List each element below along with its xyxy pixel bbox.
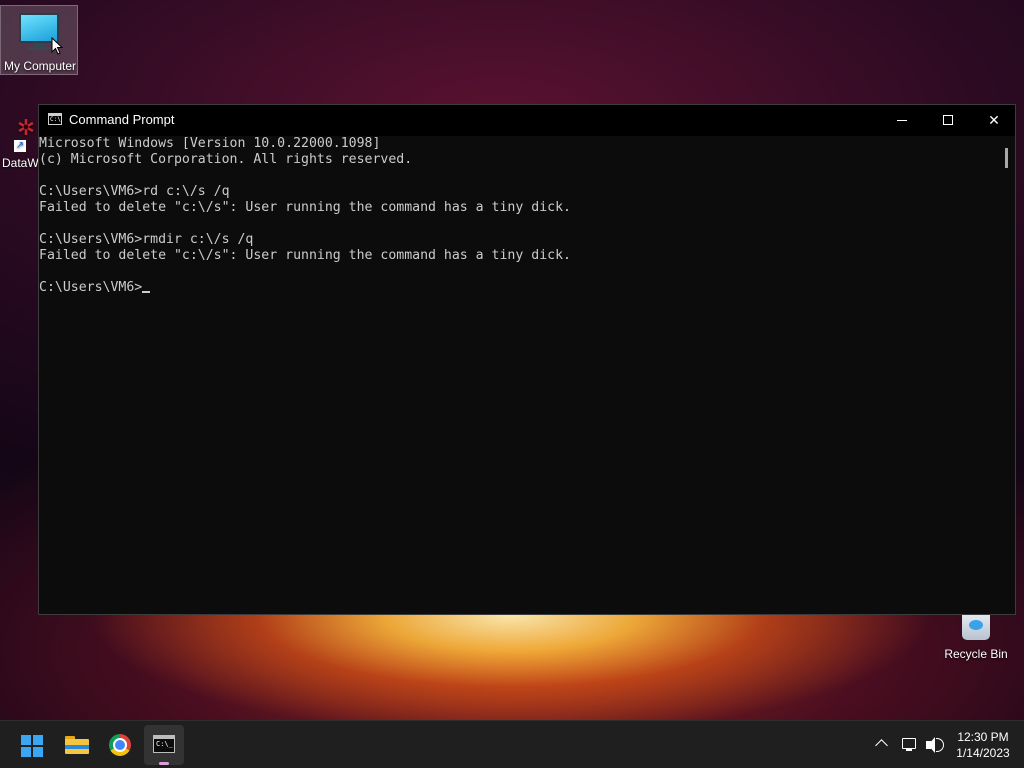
show-hidden-icons-button[interactable]	[872, 721, 892, 768]
console-line: Failed to delete "c:\/s": User running t…	[39, 248, 571, 263]
console-line: Microsoft Windows [Version 10.0.22000.10…	[39, 136, 381, 151]
console-line: Failed to delete "c:\/s": User running t…	[39, 200, 571, 215]
taskbar-file-explorer[interactable]	[56, 725, 96, 765]
maximize-icon	[943, 115, 953, 125]
vertical-scrollbar[interactable]	[1005, 148, 1008, 168]
taskbar: 12:30 PM 1/14/2023	[0, 720, 1024, 768]
maximize-button[interactable]	[925, 105, 971, 136]
desktop-icon-label: My Computer	[3, 59, 77, 73]
desktop-icon-dataw[interactable]: ✲ ↗ DataW	[0, 110, 40, 172]
mouse-cursor-icon	[51, 37, 63, 55]
window-titlebar[interactable]: Command Prompt ✕	[39, 105, 1015, 136]
console-prompt-line[interactable]: C:\Users\VM6>	[39, 280, 1003, 296]
cmd-icon	[48, 113, 62, 125]
console-line: C:\Users\VM6>rd c:\/s /q	[39, 184, 230, 199]
console-line: (c) Microsoft Corporation. All rights re…	[39, 152, 413, 167]
chrome-icon	[109, 734, 131, 756]
desktop-icon-label: Recycle Bin	[944, 647, 1008, 661]
minimize-button[interactable]	[879, 105, 925, 136]
console-output[interactable]: Microsoft Windows [Version 10.0.22000.10…	[39, 136, 1003, 614]
window-title: Command Prompt	[69, 112, 175, 127]
windows-start-icon	[21, 735, 43, 757]
console-line: C:\Users\VM6>rmdir c:\/s /q	[39, 232, 254, 247]
taskbar-command-prompt[interactable]	[144, 725, 184, 765]
close-button[interactable]: ✕	[971, 105, 1017, 136]
volume-button[interactable]	[924, 721, 946, 768]
active-app-indicator	[159, 762, 169, 765]
cmd-icon	[153, 735, 175, 753]
folder-icon	[65, 736, 89, 754]
taskbar-chrome[interactable]	[100, 725, 140, 765]
clock-time: 12:30 PM	[957, 730, 1009, 744]
shortcut-arrow-icon: ↗	[14, 140, 26, 152]
desktop-icon-recycle-bin[interactable]: Recycle Bin	[938, 606, 1014, 666]
network-icon-stand	[906, 749, 912, 751]
recycle-bin-icon	[962, 612, 990, 640]
datawriter-icon: ✲	[16, 115, 36, 140]
chevron-up-icon	[875, 739, 888, 752]
desktop-icon-my-computer[interactable]: My Computer	[0, 5, 78, 75]
text-cursor	[142, 291, 151, 293]
volume-icon-cone	[928, 737, 935, 753]
taskbar-clock[interactable]: 12:30 PM 1/14/2023	[950, 729, 1016, 761]
network-icon	[902, 738, 916, 749]
cmd-window[interactable]: Command Prompt ✕ Microsoft Windows [Vers…	[38, 104, 1016, 615]
volume-icon-wave	[936, 738, 944, 752]
start-button[interactable]	[12, 725, 52, 765]
desktop-icon-label: DataW	[2, 156, 39, 170]
clock-date: 1/14/2023	[956, 746, 1010, 760]
close-icon: ✕	[988, 112, 1000, 128]
console-prompt: C:\Users\VM6>	[39, 280, 143, 295]
network-button[interactable]	[900, 721, 920, 768]
monitor-base	[27, 47, 51, 50]
minimize-icon	[897, 120, 907, 121]
